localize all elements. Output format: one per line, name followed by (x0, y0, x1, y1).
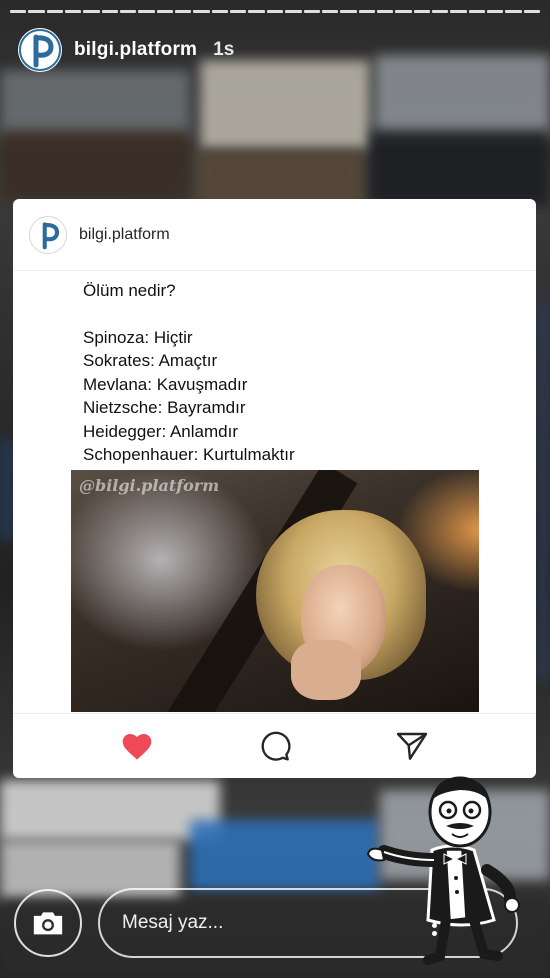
story-progress-segment (211, 10, 229, 13)
like-button[interactable] (119, 728, 155, 764)
shared-post-card[interactable]: bilgi.platform Ölüm nedir? Spinoza: Hiçt… (13, 199, 536, 778)
post-caption: Ölüm nedir? Spinoza: Hiçtir Sokrates: Am… (13, 279, 536, 467)
story-progress-segment (248, 10, 265, 13)
story-progress-segment (156, 10, 174, 13)
story-viewer: bilgi.platform 1s bilgi.platform Ölüm ne… (0, 0, 550, 978)
story-progress-segment (101, 10, 119, 13)
background-blur (375, 55, 550, 140)
post-photo: @bilgi.platform (71, 470, 479, 712)
message-placeholder: Mesaj yaz... (122, 912, 224, 933)
post-question: Ölüm nedir? (83, 281, 176, 300)
story-progress-bar (10, 10, 540, 13)
story-progress-segment (468, 10, 485, 13)
story-progress-segment (175, 10, 192, 13)
story-progress-segment (486, 10, 504, 13)
story-progress-segment (431, 10, 449, 13)
story-progress-segment (395, 10, 412, 13)
story-progress-segment (285, 10, 302, 13)
story-progress-segment (266, 10, 284, 13)
post-content: Ölüm nedir? Spinoza: Hiçtir Sokrates: Am… (13, 271, 536, 467)
comment-button[interactable] (257, 728, 293, 764)
background-blur (0, 130, 190, 200)
story-header[interactable]: bilgi.platform 1s (18, 28, 234, 72)
comment-icon (261, 731, 291, 761)
post-line: Sokrates: Amaçtır (83, 351, 218, 370)
share-button[interactable] (394, 728, 430, 764)
post-line: Schopenhauer: Kurtulmaktır (83, 445, 295, 464)
post-line: Spinoza: Hiçtir (83, 327, 193, 347)
post-username[interactable]: bilgi.platform (79, 226, 170, 244)
post-header[interactable]: bilgi.platform (13, 199, 536, 271)
story-progress-segment (340, 10, 357, 13)
post-actions (13, 713, 536, 778)
waiter-mascot-icon (366, 776, 520, 965)
heart-filled-icon (122, 734, 152, 760)
background-blur (0, 440, 14, 540)
story-progress-segment (10, 10, 27, 13)
post-line: Heidegger: Anlamdır (83, 421, 238, 441)
camera-icon (33, 912, 63, 935)
post-line: Nietzsche: Bayramdır (83, 398, 246, 417)
story-progress-segment (230, 10, 247, 13)
story-progress-segment (303, 10, 320, 13)
story-progress-segment (46, 10, 64, 13)
story-progress-segment (193, 10, 210, 13)
story-progress-segment (358, 10, 375, 13)
story-progress-segment (65, 10, 82, 13)
photo-watermark: @bilgi.platform (79, 476, 220, 495)
story-username[interactable]: bilgi.platform (74, 39, 197, 61)
background-blur (536, 300, 550, 680)
background-blur (200, 60, 370, 150)
post-avatar[interactable] (29, 215, 67, 254)
camera-button[interactable] (14, 889, 82, 957)
story-progress-segment (120, 10, 137, 13)
avatar[interactable] (18, 28, 62, 72)
platform-logo-icon (31, 218, 65, 251)
story-progress-segment (450, 10, 467, 13)
story-progress-segment (83, 10, 100, 13)
post-line: Mevlana: Kavuşmadır (83, 374, 248, 394)
send-icon (396, 732, 428, 760)
story-progress-segment (523, 10, 540, 13)
story-timestamp: 1s (213, 39, 235, 60)
story-progress-segment (505, 10, 522, 13)
background-blur (0, 780, 220, 840)
background-blur (190, 820, 380, 890)
story-progress-segment (138, 10, 155, 13)
platform-logo-icon (19, 29, 61, 71)
story-progress-segment (28, 10, 45, 13)
story-progress-segment (321, 10, 339, 13)
story-progress-segment (376, 10, 394, 13)
story-progress-segment (413, 10, 430, 13)
background-blur (370, 130, 550, 205)
photo-subject-hand (291, 640, 361, 700)
